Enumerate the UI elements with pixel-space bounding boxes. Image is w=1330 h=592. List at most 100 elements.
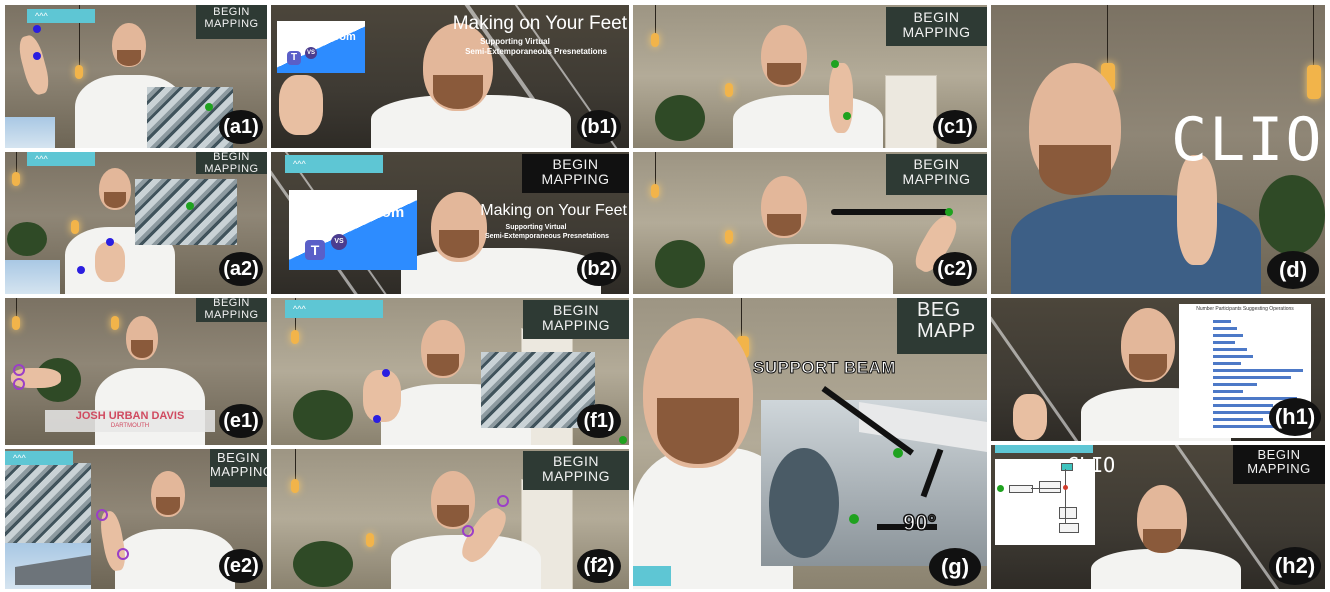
lamp-cord bbox=[295, 449, 296, 481]
drawn-stroke bbox=[831, 209, 951, 215]
teal-banner: ^^^ bbox=[27, 9, 95, 23]
teal-banner bbox=[633, 566, 671, 586]
talk-subtitle-1: Supporting Virtual bbox=[505, 224, 567, 231]
clio-wordmark: CLIO bbox=[1171, 105, 1324, 175]
chart-bar bbox=[1213, 418, 1263, 421]
talk-title: Making on Your Feet bbox=[480, 202, 627, 219]
beard bbox=[657, 398, 739, 464]
pointing-hand bbox=[829, 63, 853, 133]
chart-bar bbox=[1213, 376, 1291, 379]
panel-b1: zoom T VS Making on Your Feet Supporting… bbox=[271, 5, 629, 148]
marker-ring bbox=[13, 378, 25, 390]
panel-a2: ^^^ BEGIN MAPPING (a2) bbox=[5, 152, 267, 294]
flowchart-overlay bbox=[995, 459, 1095, 545]
panel-f1: ^^^ BEGIN MAPPING (f1) bbox=[271, 298, 629, 445]
marker-dot bbox=[619, 436, 627, 444]
open-hand bbox=[1013, 394, 1047, 440]
chart-title: Number Participants Suggesting Operation… bbox=[1196, 306, 1294, 312]
beard bbox=[1143, 529, 1181, 553]
panel-label: (e2) bbox=[219, 549, 263, 583]
pendant-lamp bbox=[291, 479, 299, 493]
panel-e2: ^^^ BEGINMAPPING (e2) bbox=[5, 449, 267, 589]
panel-label: (h2) bbox=[1269, 547, 1321, 585]
panel-label: (h1) bbox=[1269, 398, 1321, 436]
flowchart-node bbox=[1009, 485, 1033, 493]
marker-dot bbox=[33, 25, 41, 33]
teal-banner: ^^^ bbox=[285, 300, 383, 318]
panel-label: (f2) bbox=[577, 549, 621, 583]
lamp-cord bbox=[655, 152, 656, 186]
marker-dot bbox=[945, 208, 953, 216]
beard bbox=[437, 505, 469, 527]
shirt bbox=[733, 244, 893, 294]
begin-mapping-banner: BEGINMAPPING bbox=[210, 449, 267, 487]
teal-banner bbox=[995, 445, 1093, 453]
panel-h2: CLIO BEGINMAPPING (h2) bbox=[991, 445, 1325, 589]
marker-dot bbox=[373, 415, 381, 423]
shirt bbox=[1091, 549, 1241, 589]
talk-subtitle-2: Semi-Extemporaneous Presnetations bbox=[484, 233, 610, 240]
shirt bbox=[1011, 195, 1261, 294]
panel-label: (d) bbox=[1267, 251, 1319, 289]
sky-image bbox=[5, 117, 55, 148]
shirt bbox=[115, 529, 235, 589]
teams-icon: T bbox=[305, 240, 325, 260]
lamp-cord bbox=[741, 298, 742, 338]
panel-e1: JOSH URBAN DAVIS DARTMOUTH BEGIN MAPPING … bbox=[5, 298, 267, 445]
pendant-lamp bbox=[1307, 65, 1321, 99]
panel-label: (f1) bbox=[577, 404, 621, 438]
pendant-lamp bbox=[651, 184, 659, 198]
chart-bar bbox=[1213, 348, 1247, 351]
marker-dot bbox=[843, 112, 851, 120]
marker-dot bbox=[831, 60, 839, 68]
flowchart-node bbox=[1039, 481, 1061, 493]
begin-mapping-banner: BEGINMAPPING bbox=[196, 5, 267, 39]
lamp-cord bbox=[16, 298, 17, 318]
marker-dot bbox=[186, 202, 194, 210]
marker-dot bbox=[106, 238, 114, 246]
lamp-cord bbox=[655, 5, 656, 35]
vs-badge: VS bbox=[305, 47, 317, 59]
chart-bar bbox=[1213, 383, 1257, 386]
panel-label: (b1) bbox=[577, 110, 621, 144]
beard bbox=[1129, 354, 1167, 380]
marker-ring bbox=[13, 364, 25, 376]
vs-badge: VS bbox=[331, 234, 347, 250]
begin-mapping-banner: BEGINMAPPING bbox=[1233, 445, 1325, 484]
panel-g: SUPPORT BEAM 90° BEG MAPP (g) bbox=[633, 298, 987, 589]
angle-label: 90° bbox=[902, 509, 937, 536]
chart-bar bbox=[1213, 355, 1253, 358]
panel-d: CLIO (d) bbox=[991, 5, 1325, 294]
chart-bar bbox=[1213, 369, 1303, 372]
chart-bar bbox=[1213, 320, 1231, 323]
zoom-vs-teams-card: zoom T VS bbox=[277, 21, 365, 73]
chart-bar bbox=[1213, 341, 1235, 344]
flowchart-node bbox=[1061, 463, 1073, 471]
pinching-hand bbox=[363, 370, 401, 422]
lamp-cord bbox=[1107, 5, 1108, 65]
panel-label: (e1) bbox=[219, 404, 263, 438]
begin-mapping-banner: BEGINMAPPING bbox=[886, 7, 987, 46]
marker-ring bbox=[462, 525, 474, 537]
beard bbox=[427, 354, 459, 376]
zoom-logo: zoom bbox=[327, 31, 356, 43]
chart-bar bbox=[1213, 362, 1241, 365]
panel-label: (b2) bbox=[577, 252, 621, 286]
open-hand bbox=[279, 75, 323, 135]
round-window bbox=[769, 448, 839, 558]
teams-icon: T bbox=[287, 51, 301, 65]
panel-h1: Number Participants Suggesting Operation… bbox=[991, 298, 1325, 441]
marker-ring bbox=[117, 548, 129, 560]
beard bbox=[131, 340, 153, 358]
marker-dot bbox=[997, 485, 1004, 492]
chart-bar bbox=[1213, 327, 1237, 330]
flowchart-edge bbox=[1031, 488, 1061, 489]
marker-dot bbox=[893, 448, 903, 458]
marker-dot bbox=[382, 369, 390, 377]
panel-c2: BEGIN MAPPING (c2) bbox=[633, 152, 987, 294]
plant bbox=[655, 95, 705, 141]
pendant-lamp bbox=[366, 533, 374, 547]
marker-dot bbox=[205, 103, 213, 111]
panel-label: (a2) bbox=[219, 252, 263, 286]
support-beam-label: SUPPORT BEAM bbox=[753, 358, 896, 378]
